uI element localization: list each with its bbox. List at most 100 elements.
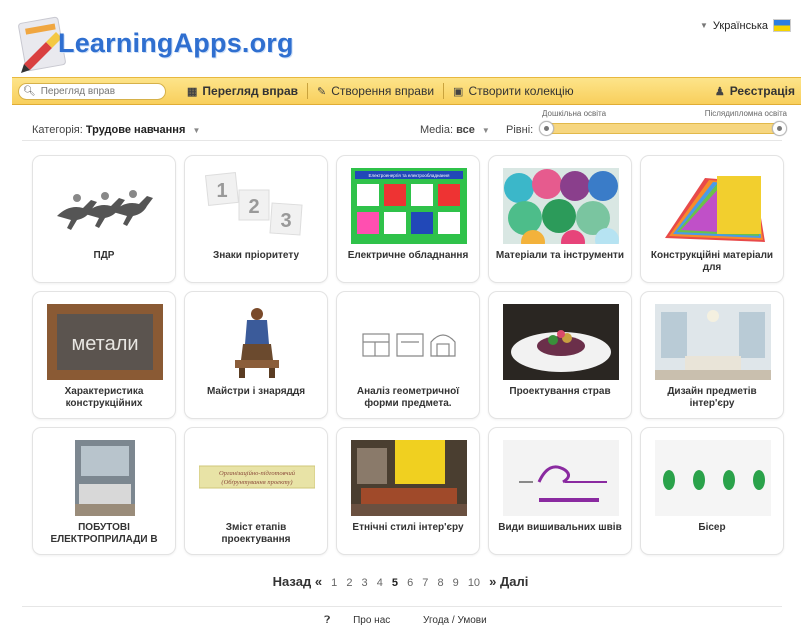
page-link[interactable]: 1 bbox=[331, 577, 337, 589]
dish-image bbox=[503, 304, 619, 380]
colored-paper-image bbox=[665, 176, 765, 242]
priority-number-3: 3 bbox=[280, 210, 291, 232]
page-link[interactable]: 10 bbox=[468, 577, 480, 589]
page-link[interactable]: 6 bbox=[407, 577, 413, 589]
pagination: Назад « 1 2 3 4 5 6 7 8 9 10 » Далі bbox=[0, 574, 801, 589]
app-tile-title: ПОБУТОВІ ЕЛЕКТРОПРИЛАДИ В bbox=[50, 522, 158, 545]
nav-register[interactable]: ♟ Реєстрація bbox=[706, 78, 801, 104]
app-tile-title: Бісер bbox=[698, 522, 726, 533]
divider bbox=[22, 140, 782, 141]
app-tile-title: Матеріали та інструменти bbox=[495, 250, 625, 261]
nav-browse-exercises[interactable]: ▦ Перегляд вправ bbox=[178, 78, 307, 104]
logo-title[interactable]: LearningApps.org bbox=[58, 28, 294, 59]
app-tile[interactable]: Майстри і знаряддя bbox=[184, 291, 328, 419]
category-value: Трудове навчання bbox=[85, 124, 186, 136]
app-tile[interactable]: Конструкційні матеріали для bbox=[640, 155, 784, 283]
page-link[interactable]: 2 bbox=[346, 577, 352, 589]
app-tile-title: Електричне обладнання bbox=[347, 250, 469, 261]
level-max-handle[interactable] bbox=[772, 121, 787, 136]
app-tile-title: Дизайн предметів інтер'єру bbox=[667, 386, 757, 409]
app-tile[interactable]: Види вишивальних швів bbox=[488, 427, 632, 555]
app-tile-title: Аналіз геометричної форми предмета. bbox=[356, 386, 460, 409]
category-filter[interactable]: Категорія: Трудове навчання ▼ bbox=[32, 124, 200, 136]
main-navbar: 🔍︎ ▦ Перегляд вправ ✎ Створення вправи ▣… bbox=[12, 77, 801, 105]
nav-create-exercise[interactable]: ✎ Створення вправи bbox=[308, 78, 443, 104]
page-link[interactable]: 3 bbox=[362, 577, 368, 589]
question-icon: ❓︎ bbox=[324, 615, 331, 626]
level-min-label: Дошкільна освіта bbox=[542, 109, 607, 118]
page-link[interactable]: 7 bbox=[422, 577, 428, 589]
metals-image: метали bbox=[47, 304, 163, 380]
app-tile[interactable]: Електроенергія та електрообладнання Елек… bbox=[336, 155, 480, 283]
nav-create-collection[interactable]: ▣ Створити колекцію bbox=[444, 78, 583, 104]
app-tile[interactable]: Аналіз геометричної форми предмета. bbox=[336, 291, 480, 419]
page-link[interactable]: 4 bbox=[377, 577, 383, 589]
nav-register-label: Реєстрація bbox=[729, 84, 795, 98]
priority-number-2: 2 bbox=[248, 196, 259, 218]
dropdown-triangle-icon: ▼ bbox=[192, 126, 201, 135]
app-tile[interactable]: ПОБУТОВІ ЕЛЕКТРОПРИЛАДИ В bbox=[32, 427, 176, 555]
app-tile-title: Майстри і знаряддя bbox=[206, 386, 306, 397]
app-tile-title: Проектування страв bbox=[509, 386, 611, 397]
geometric-shapes-image bbox=[362, 333, 456, 357]
horse-racing-image bbox=[57, 190, 153, 230]
app-tile-title: Етнічні стилі інтер'єру bbox=[352, 522, 464, 533]
app-tile[interactable]: Проектування страв bbox=[488, 291, 632, 419]
yarn-balls-image bbox=[503, 168, 619, 244]
project-stage-image: Організаційно-підготовчий (Обґрунтування… bbox=[199, 465, 315, 489]
page-link-current[interactable]: 5 bbox=[392, 577, 398, 589]
media-filter[interactable]: Media: все ▼ bbox=[420, 124, 490, 136]
category-label: Категорія: bbox=[32, 124, 83, 136]
app-tile[interactable]: ПДР bbox=[32, 155, 176, 283]
pager-prev[interactable]: Назад « bbox=[273, 574, 322, 589]
app-tile-title: Зміст етапів проектування bbox=[221, 522, 291, 545]
priority-number-1: 1 bbox=[216, 180, 227, 202]
stage-line-1: Організаційно-підготовчий bbox=[219, 470, 296, 477]
app-tile[interactable]: метали Характеристика конструкційних bbox=[32, 291, 176, 419]
grid-icon: ▦ bbox=[187, 85, 198, 98]
search-box[interactable]: 🔍︎ bbox=[18, 82, 166, 100]
app-tile[interactable]: Матеріали та інструменти bbox=[488, 155, 632, 283]
app-tile-title: Знаки пріоритету bbox=[212, 250, 300, 261]
app-tile-title: Характеристика конструкційних bbox=[64, 386, 144, 409]
poster-banner-text: Електроенергія та електрообладнання bbox=[369, 173, 450, 178]
search-input[interactable] bbox=[38, 84, 161, 98]
app-tile[interactable]: Бісер bbox=[640, 427, 784, 555]
search-icon: 🔍︎ bbox=[23, 85, 36, 97]
app-tile[interactable]: Дизайн предметів інтер'єру bbox=[640, 291, 784, 419]
interior-image bbox=[655, 304, 771, 380]
nav-create-label: Створення вправи bbox=[331, 84, 435, 98]
page-link[interactable]: 8 bbox=[437, 577, 443, 589]
dropdown-triangle-icon: ▼ bbox=[481, 126, 490, 135]
media-label: Media: bbox=[420, 124, 454, 136]
dropdown-triangle-icon: ▼ bbox=[700, 21, 708, 30]
media-value: все bbox=[456, 124, 475, 136]
app-tile-title: ПДР bbox=[93, 250, 115, 261]
levels-label: Рівні: bbox=[506, 124, 534, 136]
app-tile[interactable]: Етнічні стилі інтер'єру bbox=[336, 427, 480, 555]
page-link[interactable]: 9 bbox=[453, 577, 459, 589]
ethnic-interior-image bbox=[351, 440, 467, 516]
pager-next[interactable]: » Далі bbox=[489, 574, 528, 589]
pencil-icon: ✎ bbox=[317, 85, 327, 98]
app-tile[interactable]: Організаційно-підготовчий (Обґрунтування… bbox=[184, 427, 328, 555]
appliances-room-image bbox=[75, 440, 135, 516]
divider bbox=[22, 606, 782, 607]
language-selector[interactable]: ▼ Українська bbox=[700, 19, 791, 32]
app-tile-title: Види вишивальних швів bbox=[498, 522, 622, 533]
beads-image bbox=[655, 440, 771, 516]
nav-collection-label: Створити колекцію bbox=[468, 84, 574, 98]
craftsman-figurine-image bbox=[235, 308, 279, 378]
filters-bar: Категорія: Трудове навчання ▼ Media: все… bbox=[32, 109, 787, 140]
language-label: Українська bbox=[712, 19, 768, 32]
footer-about-link[interactable]: ❓︎ Про нас bbox=[314, 615, 400, 626]
electric-poster-image: Електроенергія та електрообладнання bbox=[351, 168, 467, 244]
user-icon: ♟ bbox=[714, 85, 725, 98]
app-tile[interactable]: 1 2 3 Знаки пріоритету bbox=[184, 155, 328, 283]
ukraine-flag-icon bbox=[773, 19, 791, 32]
collection-icon: ▣ bbox=[453, 85, 464, 98]
level-range-slider[interactable] bbox=[539, 121, 787, 136]
footer-terms-link[interactable]: Угода / Умови bbox=[423, 615, 487, 626]
level-min-handle[interactable] bbox=[539, 121, 554, 136]
level-max-label: Післядипломна освіта bbox=[704, 109, 787, 118]
